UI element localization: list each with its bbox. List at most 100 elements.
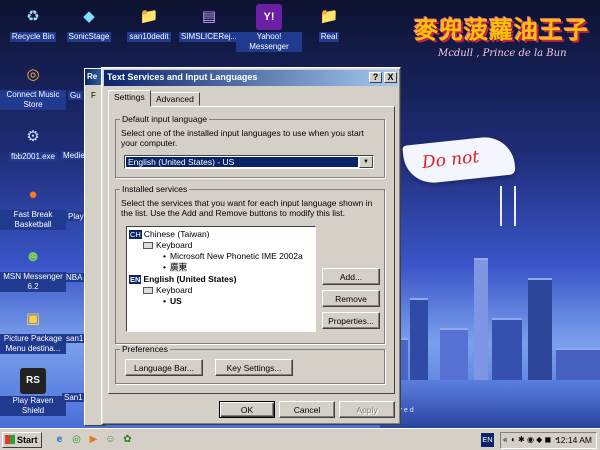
msn-icon: ☻ (25, 248, 41, 265)
connect-icon: ◎ (26, 66, 40, 83)
preferences-legend: Preferences (122, 344, 168, 354)
archive-icon: ▤ (201, 8, 217, 25)
wallpaper-logo: 麥兜菠蘿油王子 (414, 16, 589, 44)
installed-services-description: Select the services that you want for ea… (121, 198, 373, 218)
apply-button: Apply (339, 401, 395, 418)
desktop-icon-fast-break-basketball[interactable]: ● Fast Break Basketball (0, 182, 66, 230)
desktop-icon-label: Yahoo! Messenger (236, 32, 302, 52)
folder-icon: 📁 (139, 8, 159, 25)
installed-services-legend: Installed services (122, 184, 188, 194)
dialog-titlebar[interactable]: Text Services and Input Languages ? X (104, 70, 398, 86)
start-button[interactable]: Start (2, 432, 42, 448)
tree-node-keyboard[interactable]: Keyboard (143, 240, 192, 251)
tree-node-label: US (169, 296, 182, 306)
remove-button[interactable]: Remove (322, 290, 380, 307)
recycle-bin-icon: ♻ (26, 8, 40, 25)
tree-node-keyboard[interactable]: Keyboard (143, 285, 192, 296)
raven-shield-icon: RS (20, 368, 46, 394)
desktop-icon-connect-music-store[interactable]: ◎ Connect Music Store (0, 62, 66, 110)
tree-node-cantonese-ime[interactable]: • 廣東 (163, 262, 187, 273)
quick-launch: e ◎ ▶ ☺ ✿ (52, 432, 135, 448)
basketball-icon: ● (28, 186, 38, 203)
desktop-icon-label: SonicStage (66, 32, 112, 42)
media-player-icon[interactable]: ▶ (86, 432, 101, 447)
desktop-icon-label: Recycle Bin (9, 32, 57, 42)
tree-node-label: Microsoft New Phonetic IME 2002a (169, 251, 303, 261)
sonicstage-icon: ◆ (83, 8, 95, 25)
tab-settings[interactable]: Settings (108, 90, 151, 107)
tree-node-label: Keyboard (156, 285, 193, 295)
folder-icon: 📁 (319, 8, 339, 25)
desktop-icon-simslice[interactable]: ▤ SIMSLICERej... (176, 4, 242, 42)
picture-package-icon: ▣ (25, 310, 41, 327)
tree-node-us-keyboard[interactable]: • US (163, 296, 182, 307)
quick-launch-app-icon[interactable]: ✿ (120, 432, 135, 447)
desktop-icon-label: fbb2001.exe (8, 152, 58, 162)
tree-node-label: English (United States) (143, 274, 237, 284)
close-button[interactable]: X (384, 72, 397, 83)
tree-node-english-us[interactable]: EN English (United States) (129, 274, 236, 285)
key-settings-button[interactable]: Key Settings... (215, 359, 293, 376)
keyboard-icon (143, 287, 153, 294)
desktop-icon-label: Play Raven Shield (0, 396, 66, 416)
text-services-dialog: Text Services and Input Languages ? X Se… (101, 67, 401, 425)
tree-node-chinese-taiwan[interactable]: CH Chinese (Taiwan) (129, 229, 210, 240)
desktop-icon-raven-shield[interactable]: RS Play Raven Shield (0, 368, 66, 416)
wallpaper-logo-subtitle: Mcdull , Prince de la Bun (438, 48, 567, 59)
browser-icon[interactable]: ◎ (69, 432, 84, 447)
system-tray: « ◐ ✱ ◉ ◆ ◼ ◔ 12:14 AM (500, 432, 597, 449)
messenger-icon[interactable]: ☺ (103, 432, 118, 447)
desktop-icon-picture-package[interactable]: ▣ Picture Package Menu destina... (0, 306, 66, 354)
desktop-icon-sonicstage[interactable]: ◆ SonicStage (56, 4, 122, 42)
default-language-select[interactable]: English (United States) - US ▼ (124, 155, 374, 169)
desktop-icon-partial[interactable]: san1 (64, 334, 86, 343)
tree-node-phonetic-ime[interactable]: • Microsoft New Phonetic IME 2002a (163, 251, 303, 262)
tree-node-label: Keyboard (156, 240, 193, 250)
tab-advanced[interactable]: Advanced (150, 92, 200, 106)
ok-button[interactable]: OK (219, 401, 275, 418)
desktop-icon-partial[interactable]: Gu (68, 91, 83, 100)
cancel-button[interactable]: Cancel (279, 401, 335, 418)
clock[interactable]: 12:14 AM (556, 435, 592, 445)
desktop-icon-label: Real (318, 32, 340, 42)
keyboard-icon (143, 242, 153, 249)
language-indicator[interactable]: EN (481, 433, 494, 447)
tree-node-label: Chinese (Taiwan) (143, 229, 210, 239)
yahoo-icon: Y! (256, 4, 282, 30)
wallpaper-tower (500, 186, 516, 226)
tray-icons[interactable]: ◐ ✱ ◉ ◆ ◼ ◔ (511, 435, 558, 444)
help-button[interactable]: ? (369, 72, 382, 83)
desktop-icon-partial[interactable]: Medie (61, 151, 87, 160)
taskbar: Start e ◎ ▶ ☺ ✿ EN « ◐ ✱ ◉ ◆ ◼ ◔ 12:14 A… (0, 428, 600, 450)
wallpaper-water (380, 380, 600, 428)
desktop-icon-partial[interactable]: San1 (62, 393, 85, 402)
default-language-description: Select one of the installed input langua… (121, 128, 364, 148)
installed-services-tree[interactable]: CH Chinese (Taiwan) Keyboard • Microsoft N… (126, 226, 316, 332)
properties-button[interactable]: Properties... (322, 312, 380, 329)
desktop-icon-yahoo-messenger[interactable]: Y! Yahoo! Messenger (236, 4, 302, 52)
chevron-down-icon[interactable]: ▼ (359, 156, 373, 168)
default-language-value: English (United States) - US (126, 157, 358, 167)
desktop-icon-msn-messenger[interactable]: ☻ MSN Messenger 6.2 (0, 244, 66, 292)
desktop-icon-label: Fast Break Basketball (0, 210, 66, 230)
default-language-legend: Default input language (122, 114, 208, 124)
internet-explorer-icon[interactable]: e (52, 432, 67, 447)
exe-icon: ⚙ (26, 128, 40, 145)
desktop-icon-real[interactable]: 📁 Real (296, 4, 362, 42)
add-button[interactable]: Add... (322, 268, 380, 285)
tree-node-label: 廣東 (169, 262, 187, 272)
desktop-icon-label: Connect Music Store (0, 90, 66, 110)
desktop-icon-label: san10dedit (127, 32, 171, 42)
desktop-icon-label: Picture Package Menu destina... (0, 334, 66, 354)
language-code-badge: CH (129, 230, 142, 239)
tray-expand-icon[interactable]: « (503, 435, 507, 444)
language-bar-button[interactable]: Language Bar... (125, 359, 203, 376)
desktop-icon-label: MSN Messenger 6.2 (0, 272, 66, 292)
language-code-badge: EN (129, 275, 142, 284)
desktop-icon-san10dedit[interactable]: 📁 san10dedit (116, 4, 182, 42)
background-window-tab[interactable]: F (91, 91, 96, 100)
desktop-icon-fbb2001[interactable]: ⚙ fbb2001.exe (0, 124, 66, 162)
dialog-title: Text Services and Input Languages (107, 72, 258, 82)
start-label: Start (17, 435, 38, 445)
desktop-icon-label: SIMSLICERej... (178, 32, 239, 42)
